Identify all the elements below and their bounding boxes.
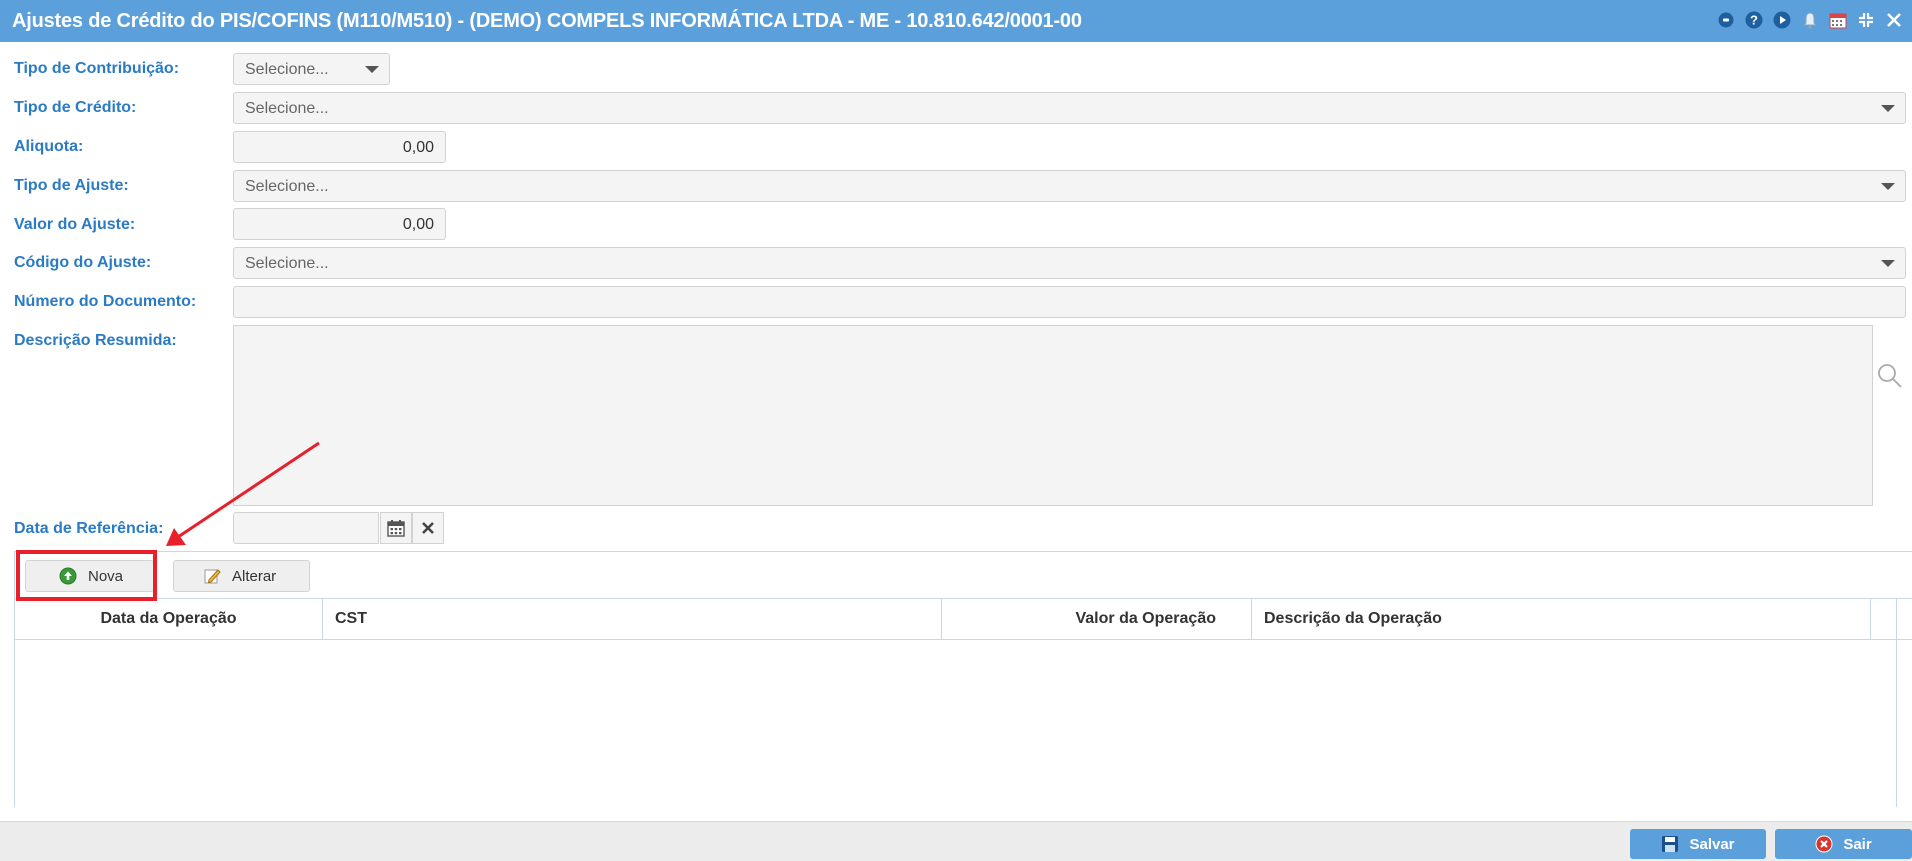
- alterar-button[interactable]: Alterar: [173, 560, 310, 592]
- help-icon[interactable]: ?: [1744, 10, 1764, 30]
- chevron-down-icon: [1871, 248, 1905, 278]
- search-icon[interactable]: [1874, 360, 1904, 390]
- column-label: Data da Operação: [100, 610, 237, 627]
- clear-date-icon[interactable]: [412, 512, 444, 544]
- salvar-label: Salvar: [1689, 835, 1735, 853]
- grid-toolbar: Nova Alterar: [15, 552, 1912, 599]
- column-header[interactable]: Descrição da Operação: [1252, 599, 1871, 639]
- column-label: Valor da Operação: [1075, 610, 1216, 627]
- svg-text:?: ?: [1750, 13, 1758, 28]
- operations-grid: Nova Alterar Data da Operação CST Valor …: [14, 551, 1912, 807]
- edit-icon: [202, 566, 222, 586]
- valor-ajuste-input[interactable]: 0,00: [233, 208, 446, 240]
- sair-button[interactable]: Sair: [1775, 829, 1912, 859]
- tipo-contribuicao-select[interactable]: Selecione...: [233, 53, 390, 85]
- descricao-resumida-textarea[interactable]: [233, 325, 1873, 506]
- chevron-down-icon: [1871, 93, 1905, 123]
- tipo-ajuste-select[interactable]: Selecione...: [233, 170, 1906, 202]
- grid-header: Data da Operação CST Valor da Operação D…: [15, 599, 1912, 640]
- salvar-button[interactable]: Salvar: [1630, 829, 1766, 859]
- tipo-credito-select[interactable]: Selecione...: [233, 92, 1906, 124]
- column-header[interactable]: Data da Operação: [15, 599, 323, 639]
- footer-bar: Salvar Sair: [0, 821, 1912, 861]
- tipo-contribuicao-value: Selecione...: [245, 61, 329, 78]
- valor-ajuste-label: Valor do Ajuste:: [14, 216, 136, 233]
- add-icon: [58, 566, 78, 586]
- column-label: CST: [335, 610, 367, 627]
- aliquota-input[interactable]: 0,00: [233, 131, 446, 163]
- play-icon[interactable]: [1772, 10, 1792, 30]
- close-icon[interactable]: [1884, 10, 1904, 30]
- column-header[interactable]: CST: [323, 599, 942, 639]
- window-titlebar: Ajustes de Crédito do PIS/COFINS (M110/M…: [0, 0, 1912, 42]
- compress-icon[interactable]: [1856, 10, 1876, 30]
- tipo-credito-label: Tipo de Crédito:: [14, 99, 137, 116]
- nova-label: Nova: [88, 567, 124, 585]
- nova-button[interactable]: Nova: [25, 560, 154, 592]
- alterar-label: Alterar: [232, 567, 277, 585]
- grid-right-border: [1896, 599, 1897, 807]
- tipo-credito-value: Selecione...: [245, 100, 329, 117]
- column-header[interactable]: Valor da Operação: [942, 599, 1252, 639]
- data-referencia-label: Data de Referência:: [14, 520, 164, 537]
- save-icon: [1661, 835, 1679, 853]
- numero-documento-input[interactable]: [233, 286, 1906, 318]
- chevron-down-icon: [1871, 171, 1905, 201]
- exit-icon: [1815, 835, 1833, 853]
- window-tools: ?: [1716, 10, 1904, 30]
- codigo-ajuste-label: Código do Ajuste:: [14, 254, 152, 271]
- window-title: Ajustes de Crédito do PIS/COFINS (M110/M…: [12, 10, 1082, 32]
- tipo-ajuste-value: Selecione...: [245, 178, 329, 195]
- column-label: Descrição da Operação: [1264, 610, 1442, 627]
- codigo-ajuste-select[interactable]: Selecione...: [233, 247, 1906, 279]
- tipo-ajuste-label: Tipo de Ajuste:: [14, 177, 129, 194]
- aliquota-label: Aliquota:: [14, 138, 84, 155]
- chevron-down-icon: [355, 54, 389, 84]
- descricao-resumida-label: Descrição Resumida:: [14, 332, 177, 349]
- calendar-icon[interactable]: [1828, 10, 1848, 30]
- info-icon[interactable]: [1716, 10, 1736, 30]
- numero-documento-label: Número do Documento:: [14, 293, 197, 310]
- codigo-ajuste-value: Selecione...: [245, 255, 329, 272]
- calendar-picker-icon[interactable]: [380, 512, 412, 544]
- data-referencia-input[interactable]: [233, 512, 379, 544]
- sair-label: Sair: [1843, 835, 1872, 853]
- bell-icon[interactable]: [1800, 10, 1820, 30]
- tipo-contribuicao-label: Tipo de Contribuição:: [14, 60, 180, 77]
